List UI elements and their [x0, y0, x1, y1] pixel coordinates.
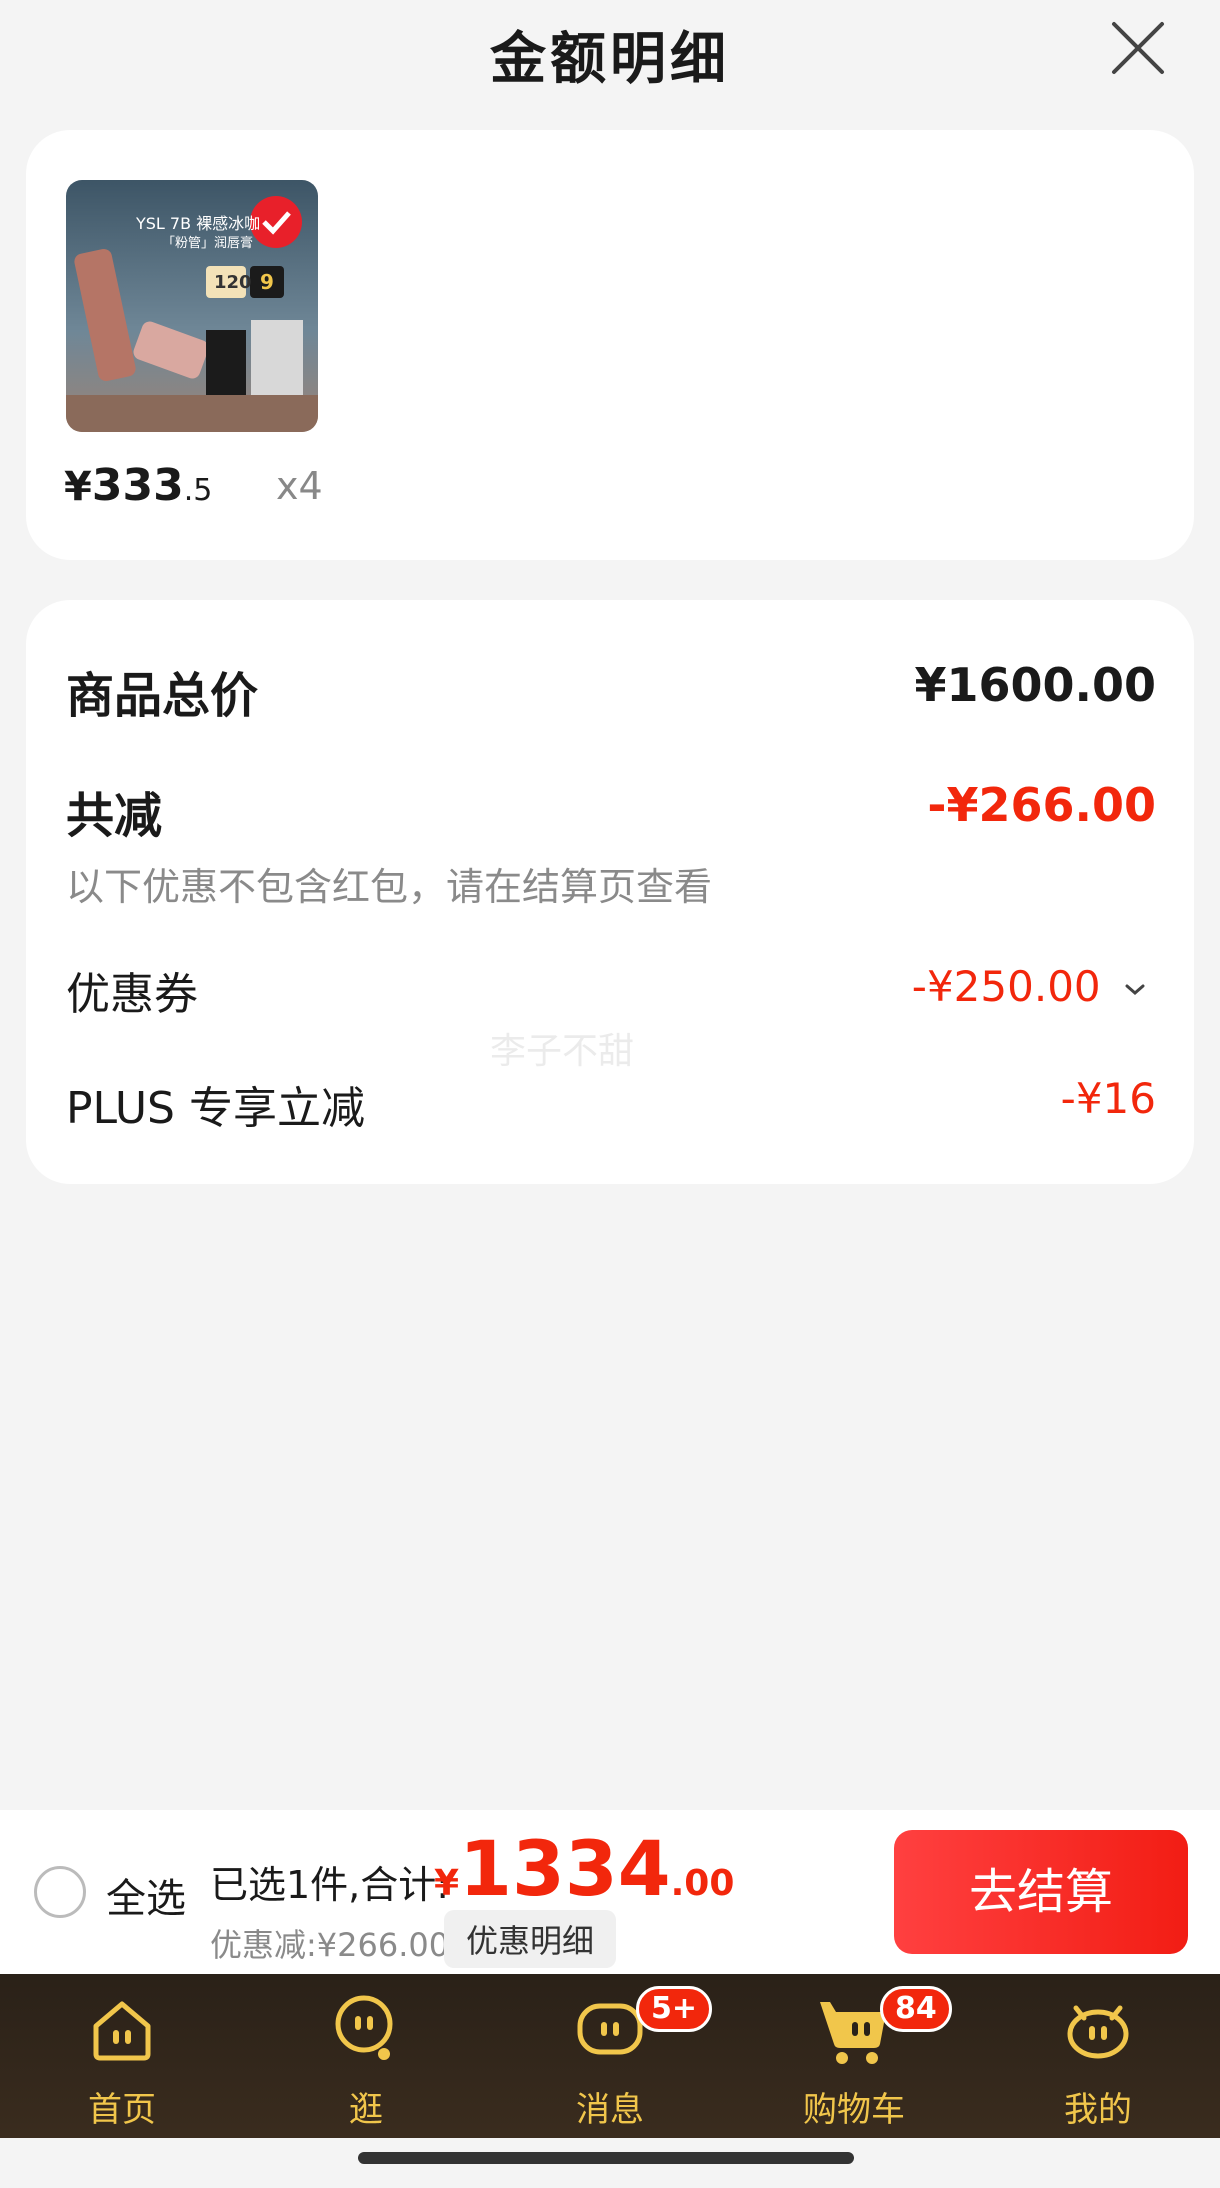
tab-cart[interactable]: 84 购物车 [732, 1974, 976, 2138]
thumb-text-2: 「粉管」润唇膏 [162, 236, 254, 251]
product-price: ¥333.5 [64, 460, 212, 511]
home-indicator[interactable] [358, 2152, 854, 2164]
coupon-label: 优惠券 [66, 969, 198, 1020]
total-decimal: .00 [670, 1863, 735, 1904]
messages-badge: 5+ [636, 1986, 713, 2032]
reduce-value: -¥266.00 [927, 778, 1156, 832]
reduce-label: 共减 [66, 788, 163, 844]
tab-label-cart: 购物车 [803, 2090, 905, 2130]
explore-icon [335, 1995, 393, 2060]
tab-bar: 首页 逛 5+ 消息 84 购物车 我的 [0, 1974, 1220, 2138]
page-title: 金额明细 [490, 27, 730, 92]
total-price-label: 商品总价 [66, 668, 259, 724]
tab-label-profile: 我的 [1064, 2090, 1132, 2130]
discount-note: 以下优惠不包含红包，请在结算页查看 [66, 865, 713, 909]
header: 金额明细 [0, 0, 1220, 110]
discount-detail-button[interactable]: 优惠明细 [444, 1910, 617, 1968]
tab-explore[interactable]: 逛 [244, 1974, 488, 2138]
chevron-down-icon [1125, 984, 1145, 995]
checkout-total: ¥1334.00 [434, 1824, 734, 1913]
tab-label-home: 首页 [88, 2090, 156, 2130]
total-integer: 1334 [459, 1824, 671, 1913]
close-button[interactable] [1108, 18, 1168, 78]
price-currency: ¥ [64, 464, 92, 510]
tab-messages[interactable]: 5+ 消息 [488, 1974, 732, 2138]
tab-profile[interactable]: 我的 [976, 1974, 1220, 2138]
total-price-value: ¥1600.00 [914, 658, 1156, 712]
thumb-text-4: 9 [260, 270, 274, 294]
home-icon [93, 2001, 151, 2061]
plus-discount-value: -¥16 [1060, 1074, 1156, 1123]
checkout-button[interactable]: 去结算 [894, 1830, 1188, 1954]
product-quantity: x4 [276, 464, 323, 508]
selected-count-text: 已选1件,合计: [210, 1863, 450, 1907]
thumb-text-3: 120 [214, 272, 252, 293]
close-icon [1112, 22, 1164, 74]
select-all-label[interactable]: 全选 [106, 1866, 186, 1924]
plus-discount-label: PLUS 专享立减 [66, 1083, 365, 1134]
thumb-text-1: YSL 7B 裸感冰咖 [136, 214, 261, 233]
cart-badge: 84 [880, 1986, 952, 2032]
profile-icon [1067, 2005, 1129, 2059]
price-detail-card: 商品总价 ¥1600.00 共减 -¥266.00 以下优惠不包含红包，请在结算… [26, 600, 1194, 1184]
tab-home[interactable]: 首页 [0, 1974, 244, 2138]
tab-label-messages: 消息 [576, 2090, 644, 2130]
price-integer: 333 [91, 460, 184, 511]
product-card: YSL 7B 裸感冰咖 「粉管」润唇膏 120 9 ¥333.5 x4 [26, 130, 1194, 560]
select-all-radio[interactable] [34, 1866, 86, 1918]
price-decimal: .5 [183, 473, 213, 508]
product-thumbnail[interactable]: YSL 7B 裸感冰咖 「粉管」润唇膏 120 9 [66, 180, 318, 432]
tab-label-explore: 逛 [349, 2090, 383, 2130]
coupon-row-toggle[interactable]: -¥250.00 [912, 962, 1146, 1011]
coupon-value: -¥250.00 [911, 962, 1101, 1011]
watermark: 李子不甜 [490, 1031, 635, 1072]
total-currency: ¥ [434, 1863, 460, 1904]
discount-amount-text: 优惠减:¥266.00 [210, 1926, 450, 1964]
checkout-bar: 全选 已选1件,合计: ¥1334.00 优惠减:¥266.00 优惠明细 去结… [0, 1810, 1220, 1974]
